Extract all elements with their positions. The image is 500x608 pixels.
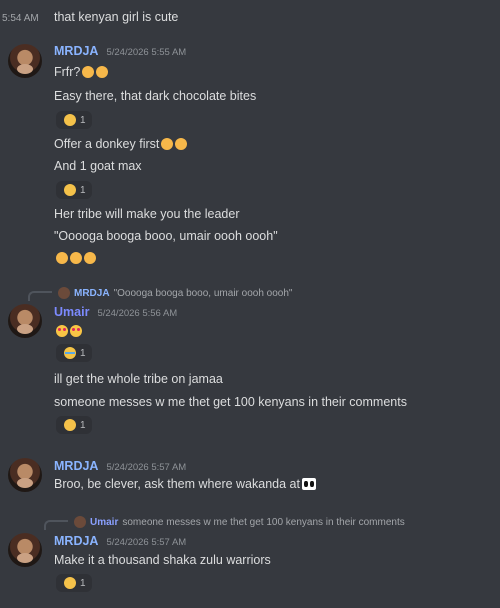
reply-line — [28, 291, 52, 301]
heart-eyes-icon — [70, 325, 82, 337]
message-timestamp: 5/24/2026 5:55 AM — [106, 47, 187, 58]
joy-icon — [64, 184, 76, 196]
author-name[interactable]: MRDJA — [54, 44, 98, 58]
joy-icon — [64, 114, 76, 126]
message-text: Offer a donkey first — [54, 137, 188, 151]
sob-icon — [64, 347, 76, 359]
joy-icon — [64, 577, 76, 589]
reply-line — [44, 520, 68, 530]
emoji-row — [54, 251, 96, 265]
message-text: "Ooooga booga booo, umair oooh oooh" — [54, 229, 278, 243]
message-text: Her tribe will make you the leader — [54, 207, 240, 221]
message-text: Broo, be clever, ask them where wakanda … — [54, 477, 316, 491]
reply-text[interactable]: "Ooooga booga booo, umair oooh oooh" — [114, 288, 293, 299]
reaction-button[interactable]: 1 — [56, 574, 92, 592]
reaction-button[interactable]: 1 — [56, 181, 92, 199]
avatar — [74, 516, 86, 528]
message-header: MRDJA 5/24/2026 5:57 AM — [54, 459, 186, 473]
reply-text[interactable]: someone messes w me thet get 100 kenyans… — [122, 517, 404, 528]
reply-reference[interactable]: Umair someone messes w me thet get 100 k… — [44, 514, 405, 530]
message-timestamp: 5/24/2026 5:57 AM — [106, 462, 187, 473]
reaction-button[interactable]: 1 — [56, 416, 92, 434]
message-text: Make it a thousand shaka zulu warriors — [54, 553, 271, 567]
eyes-icon — [301, 478, 316, 490]
joy-icon — [64, 419, 76, 431]
message-text: Easy there, that dark chocolate bites — [54, 89, 257, 103]
reaction-button[interactable]: 1 — [56, 344, 92, 362]
message-text: ill get the whole tribe on jamaa — [54, 372, 223, 386]
message-text: And 1 goat max — [54, 159, 142, 173]
message-header: MRDJA 5/24/2026 5:57 AM — [54, 534, 186, 548]
message-text: someone messes w me thet get 100 kenyans… — [54, 395, 407, 409]
avatar — [58, 287, 70, 299]
message-header: MRDJA 5/24/2026 5:55 AM — [54, 44, 186, 58]
message-timestamp: 5/24/2026 5:57 AM — [106, 537, 187, 548]
message-text: that kenyan girl is cute — [54, 10, 179, 24]
message-timestamp: 5:54 AM — [2, 13, 39, 24]
author-name[interactable]: Umair — [54, 305, 89, 319]
reply-author[interactable]: MRDJA — [74, 288, 110, 299]
avatar[interactable] — [8, 304, 42, 338]
drooling-face-icon — [70, 252, 82, 264]
reply-author[interactable]: Umair — [90, 517, 118, 528]
reaction-button[interactable]: 1 — [56, 111, 92, 129]
drooling-face-icon — [175, 138, 188, 150]
message-timestamp: 5/24/2026 5:56 AM — [97, 308, 178, 319]
drooling-face-icon — [56, 252, 68, 264]
drooling-face-icon — [161, 138, 174, 150]
message-text: Frfr? — [54, 65, 109, 79]
avatar[interactable] — [8, 44, 42, 78]
author-name[interactable]: MRDJA — [54, 459, 98, 473]
heart-eyes-icon — [56, 325, 68, 337]
drooling-face-icon — [82, 66, 95, 78]
reply-reference[interactable]: MRDJA "Ooooga booga booo, umair oooh ooo… — [28, 285, 292, 301]
avatar[interactable] — [8, 533, 42, 567]
message-header: Umair 5/24/2026 5:56 AM — [54, 305, 177, 319]
drooling-face-icon — [96, 66, 109, 78]
drooling-face-icon — [84, 252, 96, 264]
avatar[interactable] — [8, 458, 42, 492]
emoji-row — [54, 324, 82, 338]
author-name[interactable]: MRDJA — [54, 534, 98, 548]
